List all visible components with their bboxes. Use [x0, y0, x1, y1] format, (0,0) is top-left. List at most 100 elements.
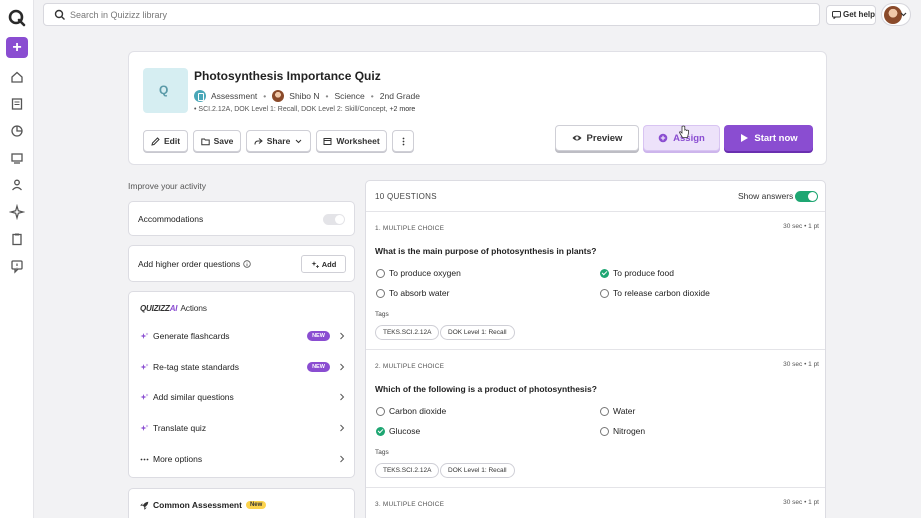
- radio-icon: [376, 406, 385, 416]
- answer-text: Glucose: [389, 426, 421, 436]
- chevron-right-icon: [340, 332, 345, 340]
- question-text: Which of the following is a product of p…: [375, 384, 597, 394]
- chevron-down-icon: [295, 139, 302, 143]
- dok-tag: DOK Level 1: Recall: [440, 325, 515, 340]
- worksheet-button[interactable]: Worksheet: [316, 130, 387, 152]
- answer-option-correct: Glucose: [376, 426, 420, 436]
- add-label: Add: [321, 259, 337, 269]
- folder-icon: [200, 138, 210, 145]
- quiz-header-card: Q Photosynthesis Importance Quiz Assessm…: [128, 51, 827, 165]
- search-input[interactable]: [70, 6, 810, 23]
- ai-brand-suffix: AI: [169, 304, 178, 313]
- ai-action-generate-flashcards[interactable]: Generate flashcards NEW: [140, 329, 345, 343]
- answer-option: To produce oxygen: [376, 268, 461, 278]
- answer-text: To produce food: [613, 268, 674, 278]
- preview-button[interactable]: Preview: [555, 125, 639, 151]
- share-button[interactable]: Share: [246, 130, 311, 152]
- answer-text: To release carbon dioxide: [613, 288, 710, 298]
- ai-sparkle-icon[interactable]: [8, 203, 26, 221]
- show-answers-toggle[interactable]: [795, 191, 818, 202]
- standards-list: SCI.2.12A, DOK Level 1: Recall, DOK Leve…: [198, 106, 388, 113]
- sparkle-icon: [140, 332, 149, 339]
- library-search[interactable]: [43, 3, 820, 26]
- quizizz-logo-icon[interactable]: [7, 8, 27, 28]
- accommodations-toggle[interactable]: [323, 214, 345, 225]
- new-badge: NEW: [307, 331, 330, 341]
- save-label: Save: [213, 136, 234, 146]
- answer-option: To absorb water: [376, 288, 449, 298]
- improve-heading: Improve your activity: [128, 181, 206, 191]
- top-bar: Get help: [34, 0, 921, 30]
- left-rail: +: [0, 0, 34, 518]
- add-higher-order-button[interactable]: Add: [301, 255, 346, 273]
- radio-icon: [376, 288, 385, 298]
- answer-text: To absorb water: [389, 288, 450, 298]
- edit-label: Edit: [163, 136, 181, 146]
- get-help-label: Get help: [843, 10, 876, 19]
- worksheet-label: Worksheet: [336, 136, 380, 146]
- ai-action-label: Add similar questions: [153, 392, 234, 402]
- user-menu-button[interactable]: [881, 3, 911, 26]
- question-meta: 30 sec • 1 pt: [783, 361, 819, 368]
- edit-button[interactable]: Edit: [143, 130, 188, 152]
- help-icon: [832, 11, 841, 19]
- classes-icon[interactable]: [9, 150, 25, 166]
- chevron-right-icon: [340, 455, 345, 463]
- higher-order-text: Add higher order questions: [138, 259, 241, 269]
- common-assessment-panel[interactable]: Common Assessment New: [128, 488, 355, 518]
- reports-icon[interactable]: [9, 123, 25, 139]
- ai-action-translate[interactable]: Translate quiz: [140, 421, 345, 435]
- answer-option: Nitrogen: [600, 426, 645, 436]
- question-card-2[interactable]: 2. MULTIPLE CHOICE 30 sec • 1 pt Which o…: [366, 350, 825, 487]
- ai-action-label: More options: [153, 454, 203, 464]
- standard-tag: TEKS.SCI.2.12A: [375, 463, 440, 478]
- home-icon[interactable]: [9, 69, 25, 85]
- students-icon[interactable]: [9, 177, 25, 193]
- dok-tag: DOK Level 1: Recall: [440, 463, 515, 478]
- author-avatar: [272, 90, 285, 102]
- questions-count: 10 QUESTIONS: [375, 192, 437, 201]
- quiz-author[interactable]: Shibo N: [289, 91, 319, 101]
- ai-action-add-similar[interactable]: Add similar questions: [140, 390, 345, 404]
- get-help-button[interactable]: Get help: [826, 5, 876, 25]
- ai-action-label: Re-tag state standards: [153, 362, 239, 372]
- preview-label: Preview: [586, 132, 623, 144]
- question-card-3[interactable]: 3. MULTIPLE CHOICE 30 sec • 1 pt: [366, 488, 825, 518]
- quizizz-ai-brand: QUIZIZZAI Actions: [140, 303, 207, 313]
- more-actions-button[interactable]: [392, 130, 414, 152]
- radio-icon: [600, 406, 609, 416]
- accommodations-panel: Accommodations: [128, 201, 355, 236]
- quiz-type: Assessment: [211, 91, 258, 101]
- new-badge: New: [245, 501, 267, 509]
- chevron-right-icon: [340, 363, 345, 371]
- sparkle-plus-icon: [311, 261, 319, 268]
- answer-option: Carbon dioxide: [376, 406, 446, 416]
- help-chat-icon[interactable]: [9, 258, 25, 274]
- question-meta: 30 sec • 1 pt: [783, 223, 819, 230]
- accommodations-label: Accommodations: [138, 214, 204, 224]
- ai-action-retag-standards[interactable]: Re-tag state standards NEW: [140, 360, 345, 374]
- tags-label: Tags: [375, 449, 389, 456]
- clipboard-icon[interactable]: [9, 231, 25, 247]
- assessment-icon: [194, 90, 206, 102]
- save-button[interactable]: Save: [193, 130, 241, 152]
- standards-more-link[interactable]: +2 more: [389, 106, 415, 113]
- ai-actions-label: Actions: [180, 303, 207, 313]
- library-icon[interactable]: [9, 96, 25, 112]
- start-now-button[interactable]: Start now: [724, 125, 813, 151]
- answer-option: To release carbon dioxide: [600, 288, 710, 298]
- question-text: What is the main purpose of photosynthes…: [375, 246, 597, 256]
- info-icon[interactable]: [243, 260, 251, 268]
- rocket-icon: [140, 501, 149, 510]
- ai-action-more-options[interactable]: More options: [140, 452, 345, 466]
- create-button[interactable]: +: [6, 37, 28, 58]
- answer-option-correct: To produce food: [600, 268, 674, 278]
- chevron-right-icon: [340, 393, 345, 401]
- pencil-icon: [151, 136, 160, 146]
- quiz-grade: 2nd Grade: [379, 91, 420, 101]
- tags-label: Tags: [375, 311, 389, 318]
- hand-cursor-icon: [679, 125, 689, 138]
- question-card-1[interactable]: 1. MULTIPLE CHOICE 30 sec • 1 pt What is…: [366, 212, 825, 349]
- standard-tag: TEKS.SCI.2.12A: [375, 325, 440, 340]
- share-label: Share: [266, 136, 291, 146]
